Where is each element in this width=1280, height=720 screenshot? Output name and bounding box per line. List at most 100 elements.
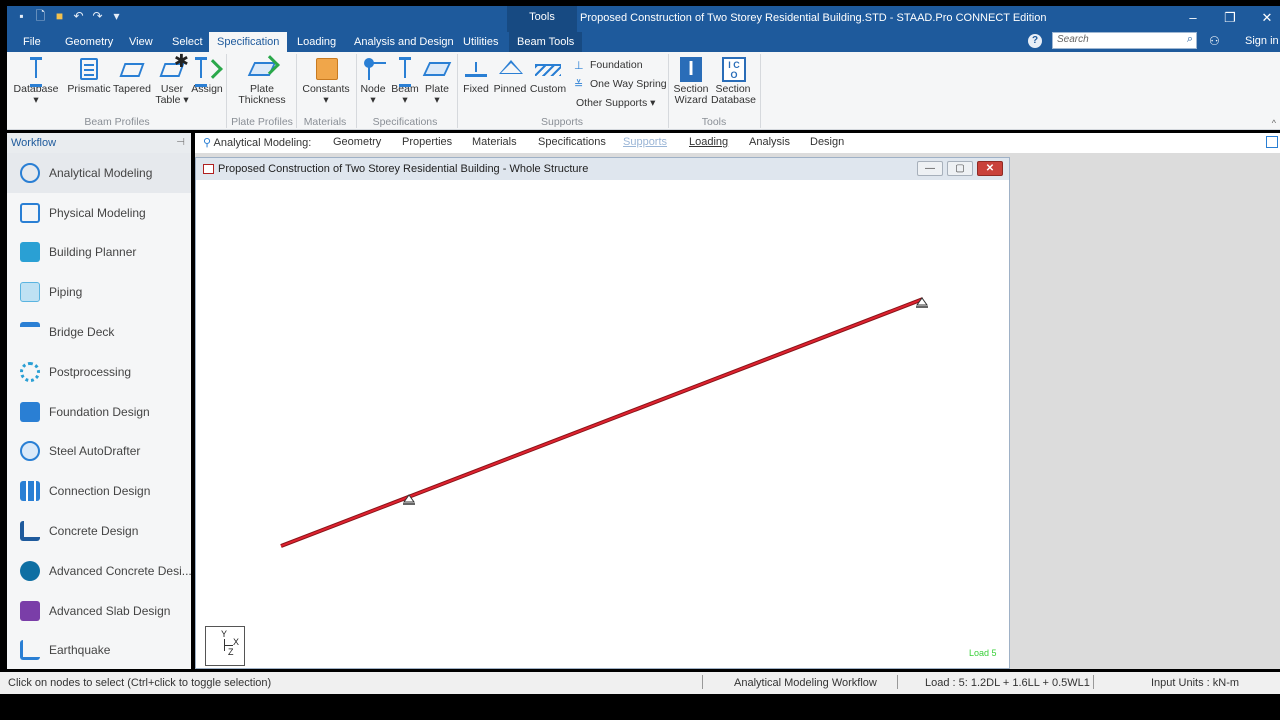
assign-icon: [194, 56, 223, 87]
section-database-label-2: Database: [711, 94, 756, 106]
chevron-down-icon: ▾: [323, 94, 329, 106]
view-maximize-button[interactable]: ▢: [947, 161, 973, 176]
title-bar: ▪ 🗋 ■ ↶ ↷ ▾ Tools Proposed Construction …: [7, 6, 1280, 52]
physical-modeling-icon: [20, 202, 40, 223]
tab-utilities[interactable]: Utilities: [455, 32, 506, 52]
sign-in-link[interactable]: Sign in: [1245, 35, 1279, 47]
table-view-icon[interactable]: [1266, 136, 1278, 148]
status-input-units: Input Units : kN-m: [1151, 677, 1240, 689]
tab-specification[interactable]: Specification: [209, 32, 288, 52]
redo-icon[interactable]: ↷: [91, 10, 104, 23]
search-input[interactable]: Search ⌕: [1052, 32, 1197, 49]
workflow-item-advanced-concrete-design[interactable]: Advanced Concrete Desi...: [7, 551, 191, 591]
new-file-icon[interactable]: 🗋: [34, 10, 47, 23]
earthquake-icon: [20, 640, 40, 661]
assign-button[interactable]: Assign: [191, 56, 223, 95]
minimize-button[interactable]: –: [1183, 10, 1203, 26]
help-icon[interactable]: ?: [1028, 34, 1042, 48]
node-icon: [360, 56, 386, 82]
tab-beam-tools[interactable]: Beam Tools: [509, 32, 583, 52]
workflow-item-analytical-modeling[interactable]: Analytical Modeling: [7, 153, 191, 193]
section-wizard-label-2: Wizard: [674, 94, 708, 106]
other-supports-button[interactable]: Other Supports ▾: [576, 97, 655, 109]
workflow-item-earthquake[interactable]: Earthquake: [7, 631, 191, 671]
advanced-slab-design-icon: [20, 600, 40, 621]
concrete-design-icon: [20, 521, 40, 542]
restore-button[interactable]: ❐: [1220, 10, 1240, 26]
collapse-ribbon-icon[interactable]: ^: [1272, 118, 1276, 128]
workflow-item-postprocessing[interactable]: Postprocessing: [7, 352, 191, 392]
workflow-item-label: Steel AutoDrafter: [49, 444, 141, 459]
tab-select[interactable]: Select: [164, 32, 211, 52]
subtab-loading[interactable]: Loading: [689, 136, 728, 148]
beam-spec-button[interactable]: Beam ▾: [391, 56, 419, 106]
chevron-down-icon: ▾: [402, 94, 408, 106]
pinned-support-button[interactable]: Pinned: [493, 56, 527, 95]
pin-icon[interactable]: ⊣: [176, 133, 185, 153]
fixed-support-button[interactable]: Fixed: [461, 56, 491, 95]
tab-loading[interactable]: Loading: [289, 32, 344, 52]
workflow-item-physical-modeling[interactable]: Physical Modeling: [7, 193, 191, 233]
one-way-spring-button[interactable]: ≚ One Way Spring: [574, 78, 667, 91]
open-folder-icon[interactable]: ■: [53, 10, 66, 23]
view-minimize-button[interactable]: —: [917, 161, 943, 176]
workflow-item-label: Building Planner: [49, 245, 137, 260]
foundation-design-icon: [20, 401, 40, 422]
view-close-button[interactable]: ✕: [977, 161, 1003, 176]
workflow-item-bridge-deck[interactable]: Bridge Deck: [7, 312, 191, 352]
section-wizard-button[interactable]: Section Wizard: [673, 56, 709, 106]
chevron-down-icon: ▾: [650, 97, 656, 109]
node-spec-button[interactable]: Node ▾: [359, 56, 387, 106]
subtab-properties[interactable]: Properties: [402, 136, 452, 148]
plate-thickness-button[interactable]: Plate Thickness: [235, 55, 289, 106]
model-canvas[interactable]: Y X Z Load 5: [199, 182, 1004, 666]
tab-analysis-and-design[interactable]: Analysis and Design: [346, 32, 462, 52]
workflow-item-piping[interactable]: Piping: [7, 272, 191, 312]
customize-dropdown-icon[interactable]: ▾: [110, 10, 123, 23]
connection-design-icon: [20, 481, 40, 502]
tab-file[interactable]: File: [15, 32, 49, 52]
prismatic-button[interactable]: Prismatic: [67, 56, 111, 95]
ribbon-separator: [296, 54, 297, 128]
workflow-item-label: Earthquake: [49, 643, 111, 658]
workflow-item-steel-autodrafter[interactable]: Steel AutoDrafter: [7, 432, 191, 472]
subtab-design[interactable]: Design: [810, 136, 844, 148]
subtab-analysis[interactable]: Analysis: [749, 136, 790, 148]
advanced-concrete-design-icon: [20, 560, 40, 581]
other-supports-label: Other Supports: [576, 97, 648, 109]
search-icon[interactable]: ⌕: [1187, 33, 1193, 46]
plate-spec-button[interactable]: Plate ▾: [422, 56, 452, 106]
group-label-tools: Tools: [701, 116, 727, 128]
window-title: Proposed Construction of Two Storey Resi…: [580, 12, 1047, 24]
plate-icon: [422, 56, 452, 82]
tab-geometry[interactable]: Geometry: [57, 32, 121, 52]
undo-icon[interactable]: ↶: [72, 10, 85, 23]
workflow-item-concrete-design[interactable]: Concrete Design: [7, 511, 191, 551]
subtab-materials[interactable]: Materials: [472, 136, 517, 148]
bridge-deck-icon: [20, 322, 40, 342]
status-workflow: Analytical Modeling Workflow: [734, 677, 877, 689]
subtab-geometry[interactable]: Geometry: [333, 136, 381, 148]
workflow-item-connection-design[interactable]: Connection Design: [7, 471, 191, 511]
network-icon[interactable]: ⚇: [1209, 34, 1220, 48]
constants-button[interactable]: Constants ▾: [301, 56, 351, 106]
plate-thickness-label-2: Thickness: [238, 94, 286, 106]
workflow-item-advanced-slab-design[interactable]: Advanced Slab Design: [7, 591, 191, 631]
subtab-supports[interactable]: Supports: [623, 136, 667, 148]
ribbon-tabs: File Geometry View Select Specification …: [7, 32, 1280, 52]
tab-view[interactable]: View: [121, 32, 161, 52]
close-button[interactable]: ✕: [1257, 10, 1277, 26]
user-table-button[interactable]: ✱ User Table ▾: [155, 52, 189, 106]
ibeam-icon: [23, 56, 49, 87]
section-database-button[interactable]: Section Database: [711, 56, 756, 106]
tapered-button[interactable]: Tapered: [113, 56, 151, 95]
ribbon-separator: [457, 54, 458, 128]
workflow-item-foundation-design[interactable]: Foundation Design: [7, 392, 191, 432]
database-button[interactable]: Database ▾: [13, 56, 59, 106]
group-label-materials: Materials: [303, 116, 347, 128]
workflow-item-building-planner[interactable]: Building Planner: [7, 233, 191, 273]
ribbon-separator: [760, 54, 761, 128]
foundation-button[interactable]: ⊥ Foundation: [574, 59, 643, 72]
custom-support-button[interactable]: Custom: [529, 56, 567, 95]
subtab-specifications[interactable]: Specifications: [538, 136, 606, 148]
